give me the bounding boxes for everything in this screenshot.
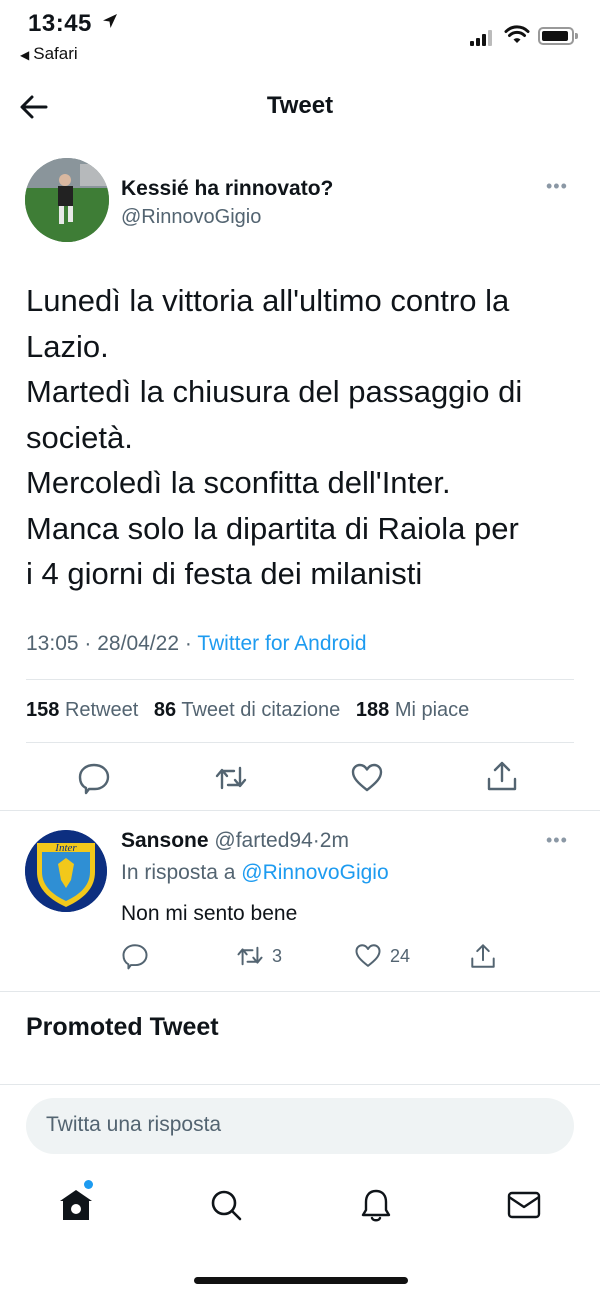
back-app-label: Safari: [33, 44, 78, 63]
section-divider: [0, 810, 600, 811]
author-name[interactable]: Kessié ha rinnovato?: [121, 177, 333, 201]
quotes-stat[interactable]: 86 Tweet di citazione: [154, 699, 340, 721]
home-indicator[interactable]: [194, 1277, 408, 1284]
tweet-text-line: Lazio.: [26, 328, 109, 364]
share-icon: [471, 944, 495, 968]
divider: [26, 742, 574, 743]
more-options-icon[interactable]: •••: [546, 176, 568, 197]
tweet-text-line: Manca solo la dipartita di Raiola per: [26, 510, 519, 546]
reply-retweet-count: 3: [272, 945, 283, 966]
reply-avatar[interactable]: Inter: [25, 830, 107, 912]
tweet-text: Lunedì la vittoria all'ultimo contro la …: [26, 278, 586, 597]
search-icon[interactable]: [207, 1186, 245, 1224]
retweet-icon[interactable]: [214, 761, 248, 795]
in-reply-prefix: In risposta a: [121, 861, 236, 884]
back-to-app-button[interactable]: ◀ Safari: [20, 44, 78, 64]
meta-separator: ·: [84, 632, 92, 655]
reply-icon[interactable]: [77, 761, 111, 795]
reply-input[interactable]: Twitta una risposta: [26, 1098, 574, 1154]
quotes-label: Tweet di citazione: [181, 699, 341, 721]
inter-crest-icon: Inter: [25, 830, 107, 912]
page-title: Tweet: [266, 92, 334, 119]
reply-age: 2m: [319, 829, 349, 852]
tweet-date: 28/04/22: [97, 632, 179, 655]
tweet-text-line: i 4 giorni di festa dei milanisti: [26, 556, 423, 591]
like-icon[interactable]: [350, 761, 384, 795]
likes-count: 188: [355, 699, 390, 721]
tweet-text-line: Lunedì la vittoria all'ultimo contro la: [26, 283, 510, 318]
reply-icon: [122, 944, 148, 970]
tweet-meta: 13:05 · 28/04/22 · Twitter for Android: [26, 632, 367, 656]
reply-author-handle[interactable]: @farted94: [214, 829, 312, 852]
retweets-label: Retweet: [64, 699, 139, 721]
like-icon: [355, 944, 381, 967]
likes-stat[interactable]: 188 Mi piace: [356, 699, 469, 721]
wifi-icon: [504, 25, 530, 43]
author-avatar[interactable]: [25, 158, 109, 242]
author-handle[interactable]: @RinnovoGigio: [121, 206, 261, 229]
tweet-source-link[interactable]: Twitter for Android: [197, 632, 366, 655]
tweet-text-line: società.: [26, 419, 133, 455]
notifications-icon[interactable]: [357, 1186, 395, 1224]
battery-icon: [538, 27, 578, 45]
tweet-text-line: Martedì la chiusura del passaggio di: [26, 374, 523, 409]
promoted-heading: Promoted Tweet: [26, 1013, 219, 1041]
in-reply-to: In risposta a @RinnovoGigio: [121, 861, 389, 885]
tweet-text-line: Mercoledì la sconfitta dell'Inter.: [26, 465, 451, 500]
section-divider: [0, 991, 600, 992]
crest-text: Inter: [54, 842, 77, 854]
reply-separator: ·: [312, 829, 320, 852]
reply-text: Non mi sento bene: [121, 902, 298, 925]
meta-separator: ·: [184, 632, 192, 655]
tweet-stats: 158 Retweet 86 Tweet di citazione 188 Mi…: [26, 699, 469, 722]
quotes-count: 86: [153, 699, 177, 721]
retweets-count: 158: [26, 699, 60, 721]
reply-retweet-button[interactable]: 3: [236, 941, 282, 971]
reply-like-count: 24: [390, 945, 411, 966]
status-time: 13:45: [28, 10, 92, 37]
reply-share-button[interactable]: [469, 941, 497, 971]
location-arrow-icon: [103, 14, 117, 28]
tweet-time: 13:05: [26, 632, 79, 655]
home-icon[interactable]: [57, 1186, 95, 1224]
avatar-photo-icon: [25, 158, 109, 242]
reply-reply-button[interactable]: [121, 941, 149, 971]
share-icon[interactable]: [485, 759, 519, 793]
cellular-signal-icon: [470, 30, 494, 46]
retweets-stat[interactable]: 158 Retweet: [26, 699, 138, 721]
likes-label: Mi piace: [394, 699, 470, 721]
notification-dot: [84, 1180, 93, 1189]
in-reply-mention-link[interactable]: @RinnovoGigio: [241, 861, 388, 884]
back-triangle-icon: ◀: [20, 48, 30, 62]
composer-top-border: [0, 1084, 600, 1085]
reply-author-name[interactable]: Sansone: [121, 829, 209, 852]
retweet-icon: [237, 946, 263, 966]
reply-like-button[interactable]: 24: [354, 941, 410, 971]
messages-icon[interactable]: [505, 1186, 543, 1224]
reply-header: Sansone @farted94·2m: [121, 829, 349, 853]
reply-more-options-icon[interactable]: •••: [546, 830, 568, 851]
divider: [26, 679, 574, 680]
